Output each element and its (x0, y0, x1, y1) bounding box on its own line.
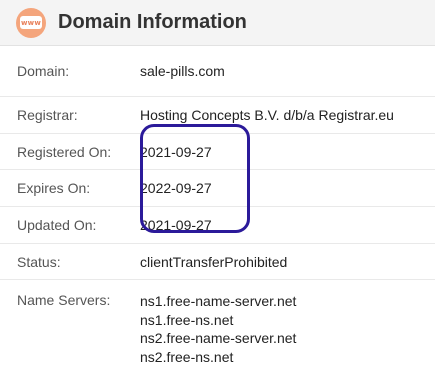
registrar-label: Registrar: (17, 107, 78, 123)
registered-on-value: 2021-09-27 (140, 143, 212, 160)
domain-info-card: www Domain Information Domain: sale-pill… (0, 0, 435, 370)
expires-on-value: 2022-09-27 (140, 180, 212, 196)
registered-on-label: Registered On: (17, 143, 112, 160)
name-server-item: ns2.free-name-server.net (140, 330, 297, 346)
row-domain: Domain: sale-pills.com (0, 46, 435, 97)
row-status: Status: clientTransferProhibited (0, 244, 435, 280)
updated-on-value: 2021-09-27 (140, 217, 212, 233)
expires-on-label: Expires On: (17, 180, 91, 196)
name-servers-list: ns1.free-name-server.net ns1.free-ns.net… (140, 292, 296, 366)
row-registered-on: Registered On: 2021-09-27 (0, 134, 435, 170)
domain-value: sale-pills.com (140, 63, 225, 79)
name-server-item: ns1.free-ns.net (140, 311, 234, 328)
www-icon: www (16, 7, 46, 38)
updated-on-label: Updated On: (17, 217, 97, 233)
status-label: Status: (17, 253, 61, 270)
row-name-servers: Name Servers: ns1.free-name-server.net n… (0, 280, 435, 370)
name-servers-label: Name Servers: (17, 292, 111, 308)
row-expires-on: Expires On: 2022-09-27 (0, 170, 435, 207)
name-server-item: ns2.free-ns.net (140, 348, 234, 365)
registrar-value: Hosting Concepts B.V. d/b/a Registrar.eu (140, 107, 394, 123)
status-value: clientTransferProhibited (140, 253, 288, 270)
row-registrar: Registrar: Hosting Concepts B.V. d/b/a R… (0, 97, 435, 134)
name-server-item: ns1.free-name-server.net (140, 293, 297, 309)
card-header: www Domain Information (0, 0, 435, 46)
domain-label: Domain: (17, 63, 70, 79)
card-title: Domain Information (58, 11, 247, 33)
www-icon-text: www (20, 16, 42, 29)
row-updated-on: Updated On: 2021-09-27 (0, 207, 435, 244)
